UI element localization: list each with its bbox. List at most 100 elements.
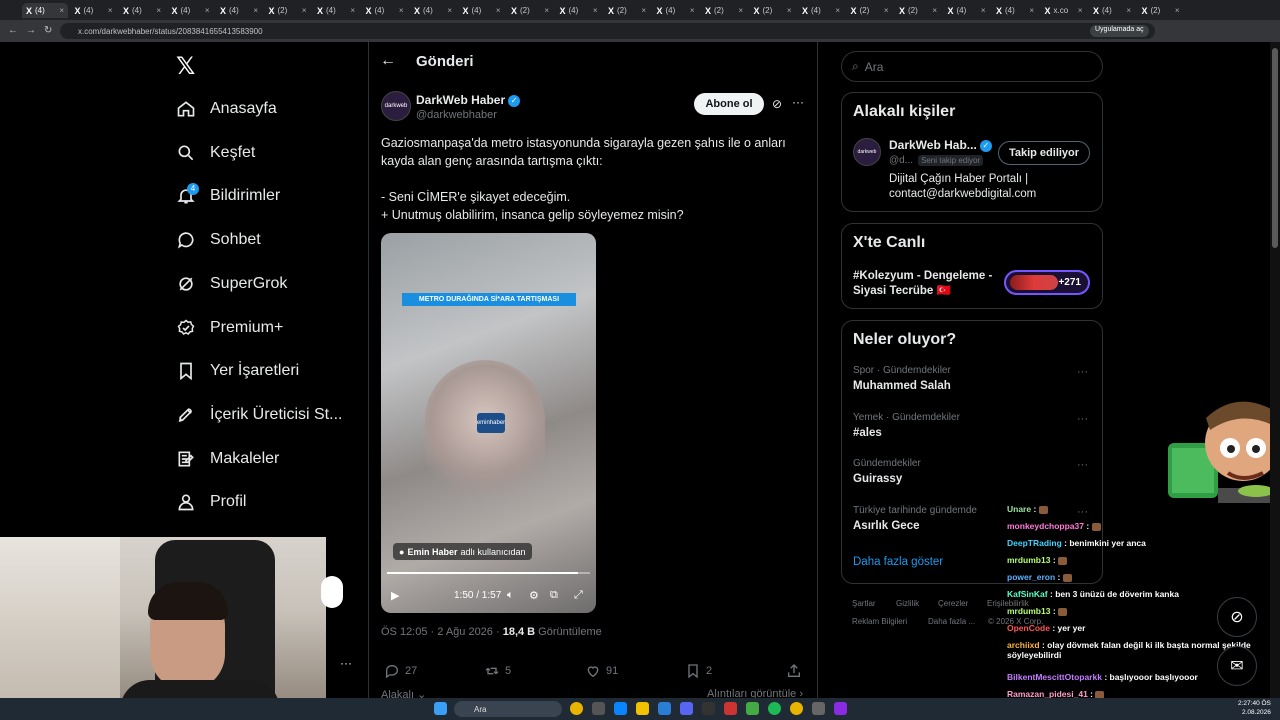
app-icon[interactable]	[658, 702, 671, 715]
browser-tab[interactable]: Xx.co ×	[1041, 3, 1087, 18]
trend-name[interactable]: Muhammed Salah	[853, 380, 951, 392]
browser-tab[interactable]: X (4) ×	[944, 3, 990, 18]
repost-button[interactable]: 5	[484, 663, 511, 679]
share-button[interactable]	[786, 663, 802, 679]
footer-link[interactable]: Şartlar	[852, 599, 876, 608]
footer-link[interactable]: Gizlilik	[896, 599, 919, 608]
author-avatar[interactable]: darkweb	[381, 91, 411, 121]
taskbar-search[interactable]: Ara	[454, 701, 562, 717]
close-tab-icon[interactable]: ×	[205, 6, 210, 15]
footer-link[interactable]: Çerezler	[938, 599, 968, 608]
nav-item-profile[interactable]: Profil	[176, 487, 246, 517]
live-event-title[interactable]: #Kolezyum - Dengeleme - Siyasi Tecrübe 🇹…	[853, 269, 993, 299]
trend-more-icon[interactable]: ···	[1077, 366, 1088, 378]
volume-icon[interactable]: 🔈︎	[507, 589, 514, 602]
close-tab-icon[interactable]: ×	[932, 6, 937, 15]
close-tab-icon[interactable]: ×	[156, 6, 161, 15]
nav-item-supergrok[interactable]: SuperGrok	[176, 269, 287, 299]
trend-name[interactable]: #ales	[853, 427, 882, 439]
nav-item-premium[interactable]: Premium+	[176, 313, 283, 343]
back-arrow-icon[interactable]: ←	[380, 52, 396, 70]
address-bar[interactable]: x.com/darkwebhaber/status/20838416554135…	[60, 23, 1155, 39]
close-tab-icon[interactable]: ×	[884, 6, 889, 15]
chrome-icon[interactable]	[570, 702, 583, 715]
spotify-icon[interactable]	[768, 702, 781, 715]
close-tab-icon[interactable]: ×	[496, 6, 501, 15]
browser-tab[interactable]: X (2) ×	[750, 3, 796, 18]
close-tab-icon[interactable]: ×	[544, 6, 549, 15]
footer-link[interactable]: Reklam Bilgileri	[852, 617, 907, 626]
app-icon[interactable]	[746, 702, 759, 715]
related-avatar[interactable]: darkweb	[853, 138, 881, 166]
messages-floating-button[interactable]: ✉	[1217, 646, 1257, 686]
close-tab-icon[interactable]: ×	[835, 6, 840, 15]
reload-icon[interactable]: ↻	[44, 25, 52, 36]
browser-tab[interactable]: X (4) ×	[119, 3, 165, 18]
close-tab-icon[interactable]: ×	[59, 6, 64, 15]
forward-icon[interactable]: →	[26, 25, 36, 36]
close-tab-icon[interactable]: ×	[1126, 6, 1131, 15]
show-more-link[interactable]: Daha fazla göster	[853, 556, 943, 568]
folder-icon[interactable]	[636, 702, 649, 715]
close-tab-icon[interactable]: ×	[253, 6, 258, 15]
nav-item-bookmarks[interactable]: Yer İşaretleri	[176, 356, 299, 386]
browser-tab[interactable]: X (4) ×	[313, 3, 359, 18]
chrome-icon[interactable]	[790, 702, 803, 715]
browser-tab[interactable]: X (4) ×	[410, 3, 456, 18]
grok-icon[interactable]: ⊘	[772, 97, 782, 111]
browser-tab[interactable]: X (4) ×	[653, 3, 699, 18]
author-name[interactable]: DarkWeb Haber ✓	[416, 93, 521, 107]
bookmark-button[interactable]: 2	[685, 663, 712, 679]
account-more-icon[interactable]: ···	[340, 656, 352, 670]
browser-tab[interactable]: X (2) ×	[604, 3, 650, 18]
like-button[interactable]: 91	[585, 663, 618, 679]
nav-item-chat[interactable]: Sohbet	[176, 225, 261, 255]
back-icon[interactable]: ←	[8, 25, 18, 36]
subscribe-button[interactable]: Abone ol	[694, 93, 764, 115]
grok-floating-button[interactable]: ⊘	[1217, 597, 1257, 637]
close-tab-icon[interactable]: ×	[1175, 6, 1180, 15]
play-icon[interactable]: ▶	[391, 589, 399, 602]
related-name[interactable]: DarkWeb Hab... ✓	[889, 138, 992, 152]
browser-tab[interactable]: X (2) ×	[1138, 3, 1184, 18]
close-tab-icon[interactable]: ×	[447, 6, 452, 15]
browser-tab[interactable]: X (4) ×	[168, 3, 214, 18]
trend-name[interactable]: Guirassy	[853, 473, 902, 485]
search-input[interactable]: ⌕ Ara	[841, 51, 1103, 82]
windows-start-icon[interactable]	[434, 702, 447, 715]
close-tab-icon[interactable]: ×	[738, 6, 743, 15]
close-tab-icon[interactable]: ×	[1078, 6, 1083, 15]
app-icon[interactable]	[724, 702, 737, 715]
app-icon[interactable]	[812, 702, 825, 715]
browser-tab[interactable]: X (2) ×	[701, 3, 747, 18]
nav-item-explore[interactable]: Keşfet	[176, 138, 255, 168]
close-tab-icon[interactable]: ×	[641, 6, 646, 15]
browser-tab[interactable]: X (4) ×	[798, 3, 844, 18]
browser-tab[interactable]: X (4) ×	[71, 3, 117, 18]
close-tab-icon[interactable]: ×	[1029, 6, 1034, 15]
trend-more-icon[interactable]: ···	[1077, 459, 1088, 471]
following-button[interactable]: Takip ediliyor	[998, 141, 1090, 165]
close-tab-icon[interactable]: ×	[399, 6, 404, 15]
browser-tab[interactable]: X (4) ×	[459, 3, 505, 18]
browser-tab[interactable]: X (4) ×	[992, 3, 1038, 18]
app-icon[interactable]	[614, 702, 627, 715]
trend-more-icon[interactable]: ···	[1077, 506, 1088, 518]
nav-item-home[interactable]: Anasayfa	[176, 94, 277, 124]
close-tab-icon[interactable]: ×	[690, 6, 695, 15]
nav-item-articles[interactable]: Makaleler	[176, 444, 279, 474]
close-tab-icon[interactable]: ×	[593, 6, 598, 15]
browser-tab[interactable]: X (4) ×	[362, 3, 408, 18]
app-icon[interactable]	[834, 702, 847, 715]
browser-tab[interactable]: X (2) ×	[265, 3, 311, 18]
close-tab-icon[interactable]: ×	[981, 6, 986, 15]
browser-tab[interactable]: X (2) ×	[507, 3, 553, 18]
discord-icon[interactable]	[680, 702, 693, 715]
browser-tab[interactable]: X (4) ×	[1089, 3, 1135, 18]
browser-tab[interactable]: X (2) ×	[895, 3, 941, 18]
video-source-label[interactable]: ● Emin Haber adlı kullanıcıdan	[393, 543, 532, 560]
trend-more-icon[interactable]: ···	[1077, 413, 1088, 425]
x-logo-icon[interactable]: 𝕏	[176, 52, 195, 81]
browser-tab[interactable]: X (4) ×	[556, 3, 602, 18]
close-tab-icon[interactable]: ×	[302, 6, 307, 15]
